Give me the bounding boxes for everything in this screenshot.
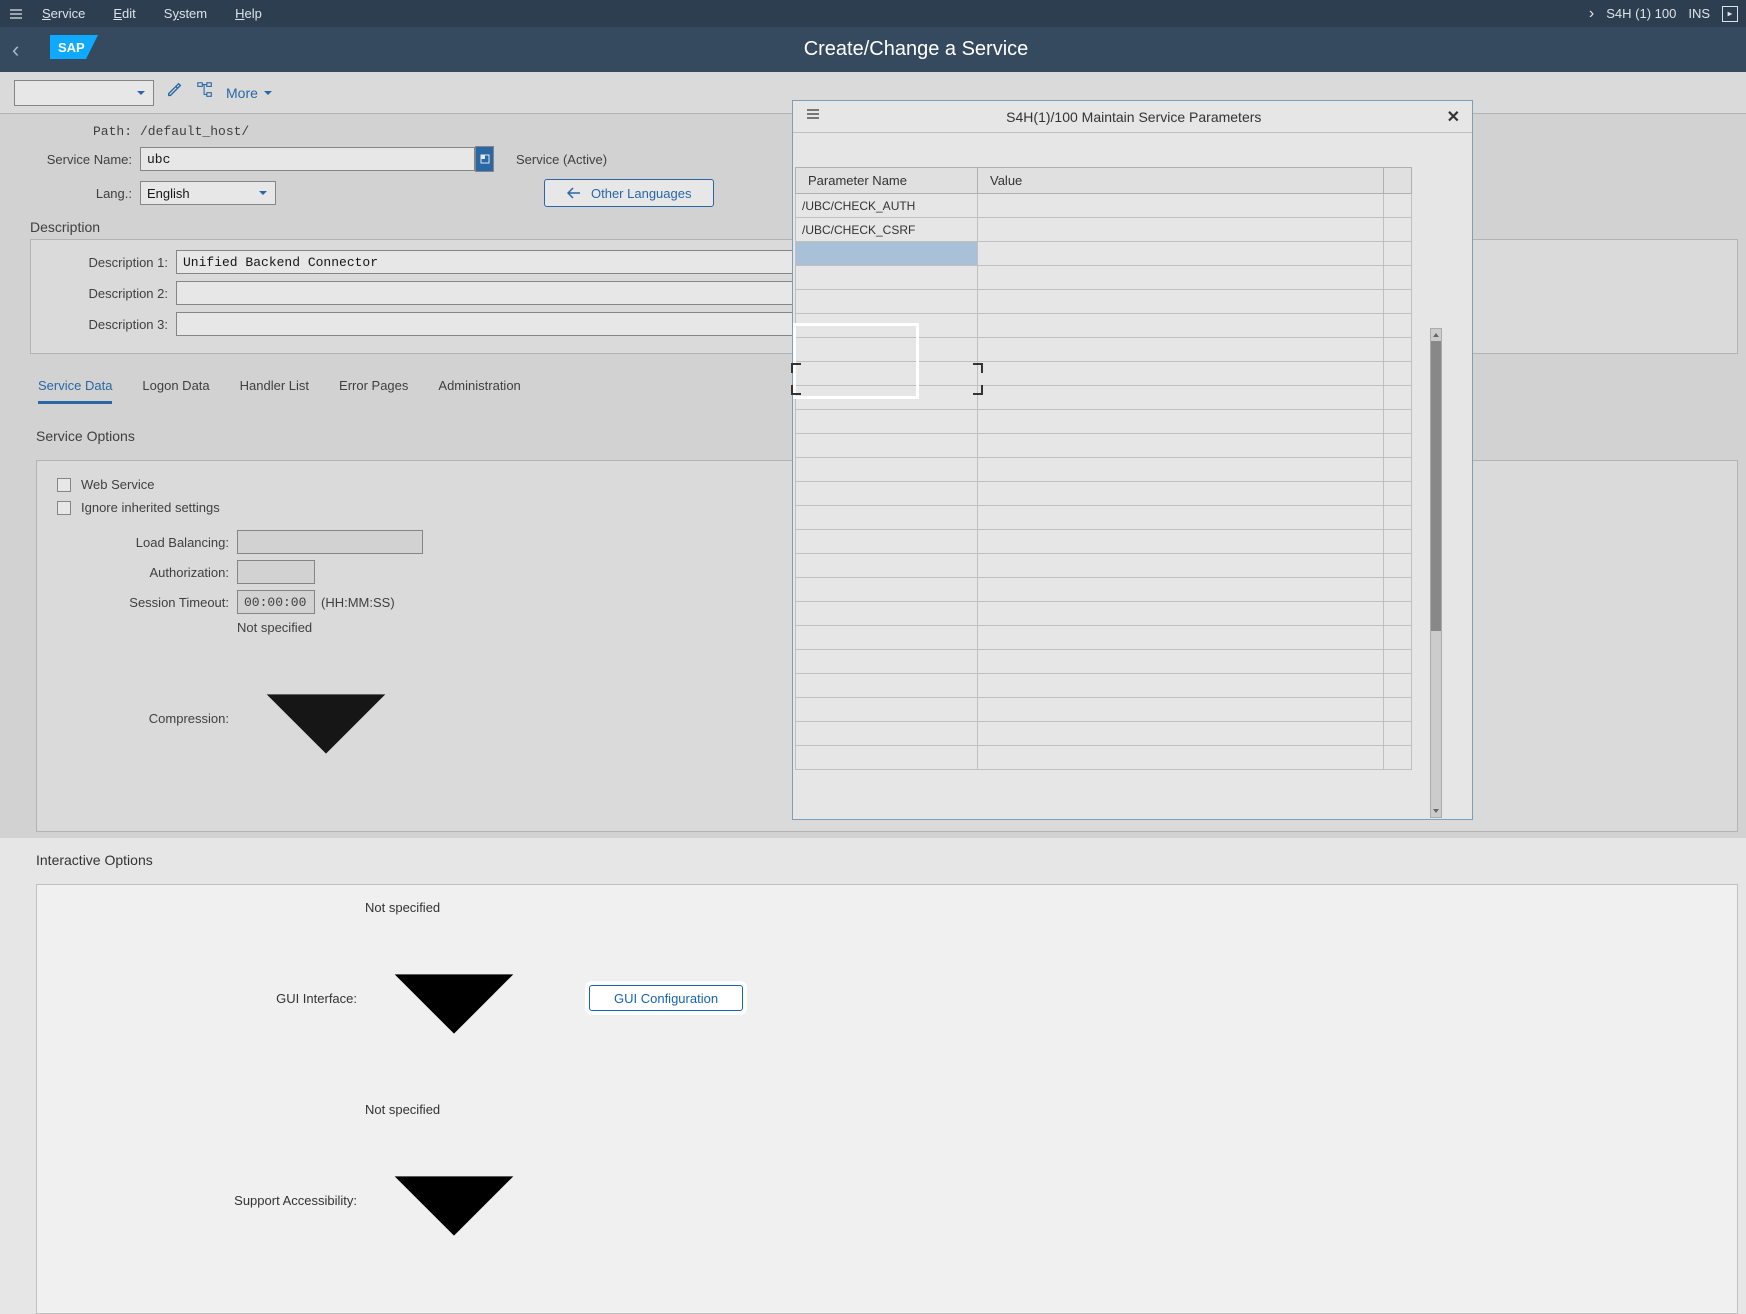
title-bar: ‹ SAP Create/Change a Service [0, 27, 1746, 72]
mode-label: INS [1688, 6, 1710, 21]
interactive-options-title: Interactive Options [36, 852, 1746, 868]
gui-interface-label: GUI Interface: [37, 991, 365, 1006]
table-row[interactable] [796, 506, 1412, 530]
gui-configuration-button[interactable]: GUI Configuration [589, 985, 743, 1011]
menu-bar: Service Edit System Help › S4H (1) 100 I… [0, 0, 1746, 27]
other-languages-button[interactable]: Other Languages [544, 179, 714, 207]
value-cell[interactable] [978, 218, 1384, 242]
ignore-inherited-checkbox[interactable] [57, 501, 71, 515]
tab-administration[interactable]: Administration [438, 378, 520, 404]
lang-dropdown[interactable]: English [140, 181, 276, 205]
support-accessibility-label: Support Accessibility: [37, 1193, 365, 1208]
tree-icon[interactable] [196, 81, 214, 104]
session-timeout-label: Session Timeout: [37, 595, 237, 610]
table-row[interactable]: /UBC/CHECK_CSRF [796, 218, 1412, 242]
table-row[interactable] [796, 650, 1412, 674]
session-timeout-suffix: (HH:MM:SS) [321, 595, 395, 610]
desc2-field[interactable] [176, 281, 806, 305]
compression-label: Compression: [37, 711, 237, 726]
close-icon[interactable]: ✕ [1447, 107, 1460, 127]
session-timeout-field[interactable]: 00:00:00 [237, 590, 315, 614]
table-row[interactable] [796, 314, 1412, 338]
table-row[interactable] [796, 338, 1412, 362]
param-cell[interactable]: /UBC/CHECK_AUTH [796, 194, 978, 218]
path-label: Path: [0, 124, 140, 139]
table-row[interactable] [796, 626, 1412, 650]
table-row[interactable]: /UBC/CHECK_AUTH [796, 194, 1412, 218]
table-row[interactable] [796, 266, 1412, 290]
gui-interface-dropdown[interactable]: Not specified [365, 900, 543, 1096]
value-cell[interactable] [978, 242, 1384, 266]
authorization-label: Authorization: [37, 565, 237, 580]
command-field[interactable] [14, 80, 154, 106]
tab-logon-data[interactable]: Logon Data [142, 378, 209, 404]
service-name-label: Service Name: [0, 152, 140, 167]
menu-system[interactable]: System [150, 6, 221, 21]
table-row[interactable] [796, 410, 1412, 434]
table-row[interactable] [796, 674, 1412, 698]
col-value[interactable]: Value [978, 168, 1384, 194]
table-row[interactable] [796, 458, 1412, 482]
table-row[interactable] [796, 482, 1412, 506]
web-service-checkbox[interactable] [57, 478, 71, 492]
continue-icon[interactable]: › [1589, 5, 1594, 23]
compression-dropdown[interactable]: Not specified [237, 620, 415, 816]
web-service-label: Web Service [81, 477, 154, 492]
toggle-display-icon[interactable] [166, 81, 184, 104]
parameters-dialog: S4H(1)/100 Maintain Service Parameters ✕… [792, 100, 1473, 820]
panel-title: S4H(1)/100 Maintain Service Parameters [821, 109, 1447, 125]
interactive-options-section: GUI Interface: Not specified GUI Configu… [36, 884, 1738, 1314]
menu-edit[interactable]: Edit [99, 6, 149, 21]
table-scrollbar[interactable] [1430, 328, 1442, 818]
col-parameter-name[interactable]: Parameter Name [796, 168, 978, 194]
f4-help-icon[interactable] [475, 146, 494, 172]
table-row[interactable] [796, 434, 1412, 458]
tab-error-pages[interactable]: Error Pages [339, 378, 408, 404]
ignore-inherited-label: Ignore inherited settings [81, 500, 220, 515]
desc3-label: Description 3: [31, 317, 176, 332]
value-cell[interactable] [978, 194, 1384, 218]
exit-icon[interactable] [1722, 6, 1738, 22]
panel-menu-icon[interactable] [805, 106, 821, 127]
param-cell-selected[interactable] [796, 242, 978, 266]
scrollbar-thumb[interactable] [1431, 341, 1441, 631]
tab-service-data[interactable]: Service Data [38, 378, 112, 404]
sap-logo: SAP [50, 35, 98, 64]
desc1-field[interactable]: Unified Backend Connector [176, 250, 806, 274]
authorization-field[interactable] [237, 560, 315, 584]
page-title: Create/Change a Service [98, 38, 1734, 61]
table-row[interactable] [796, 578, 1412, 602]
back-button[interactable]: ‹ [12, 37, 42, 63]
svg-text:SAP: SAP [58, 40, 85, 55]
table-row[interactable] [796, 242, 1412, 266]
service-name-field[interactable]: ubc [140, 147, 475, 171]
table-row[interactable] [796, 722, 1412, 746]
path-value: /default_host/ [140, 124, 249, 139]
parameters-table: Parameter Name Value /UBC/CHECK_AUTH /UB… [795, 167, 1412, 770]
system-label: S4H (1) 100 [1606, 6, 1676, 21]
table-row[interactable] [796, 698, 1412, 722]
table-row[interactable] [796, 386, 1412, 410]
service-status: Service (Active) [516, 152, 607, 167]
table-row[interactable] [796, 530, 1412, 554]
tab-handler-list[interactable]: Handler List [240, 378, 309, 404]
menu-service[interactable]: Service [28, 6, 99, 21]
hamburger-icon[interactable] [8, 6, 28, 22]
lang-label: Lang.: [0, 186, 140, 201]
load-balancing-field[interactable] [237, 530, 423, 554]
table-row[interactable] [796, 602, 1412, 626]
desc1-label: Description 1: [31, 255, 176, 270]
load-balancing-label: Load Balancing: [37, 535, 237, 550]
table-row[interactable] [796, 746, 1412, 770]
more-menu[interactable]: More [226, 85, 274, 101]
desc2-label: Description 2: [31, 286, 176, 301]
table-row[interactable] [796, 290, 1412, 314]
table-row[interactable] [796, 362, 1412, 386]
desc3-field[interactable] [176, 312, 806, 336]
table-row[interactable] [796, 554, 1412, 578]
col-spacer [1384, 168, 1412, 194]
param-cell[interactable]: /UBC/CHECK_CSRF [796, 218, 978, 242]
support-accessibility-dropdown[interactable]: Not specified [365, 1102, 543, 1298]
menu-help[interactable]: Help [221, 6, 276, 21]
